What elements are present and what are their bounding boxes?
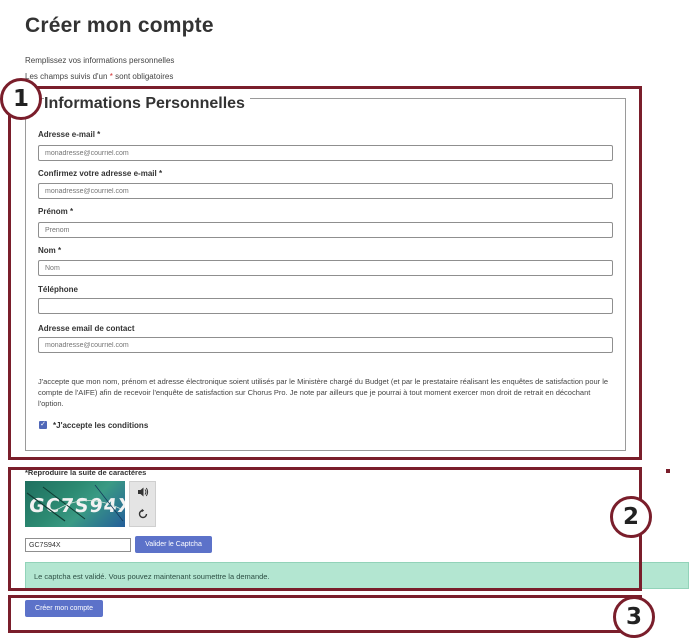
intro-text: Remplissez vos informations personnelles bbox=[25, 56, 175, 65]
annotation-box-3 bbox=[8, 595, 642, 633]
annotation-dot bbox=[666, 469, 670, 473]
required-asterisk: * bbox=[109, 72, 113, 81]
page-title: Créer mon compte bbox=[25, 14, 214, 37]
annotation-marker-2: 2 bbox=[610, 496, 652, 538]
required-note-suffix: sont obligatoires bbox=[115, 72, 174, 81]
required-note: Les champs suivis d'un * sont obligatoir… bbox=[25, 72, 173, 81]
annotation-box-1 bbox=[8, 86, 642, 460]
annotation-box-2 bbox=[8, 467, 642, 591]
required-note-prefix: Les champs suivis d'un bbox=[25, 72, 108, 81]
annotation-marker-1: 1 bbox=[0, 78, 42, 120]
annotation-marker-3: 3 bbox=[613, 596, 655, 638]
